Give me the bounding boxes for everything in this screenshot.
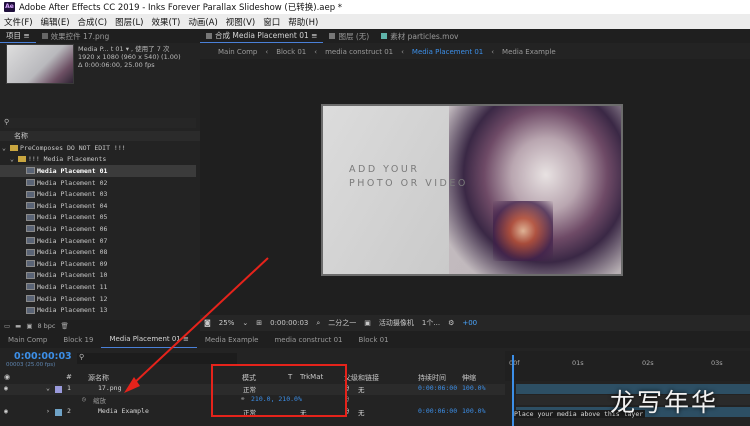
annotation-arrow bbox=[124, 257, 269, 393]
watermark-text: 龙写年华 bbox=[610, 388, 719, 417]
annotation-arrow-line bbox=[131, 257, 269, 386]
